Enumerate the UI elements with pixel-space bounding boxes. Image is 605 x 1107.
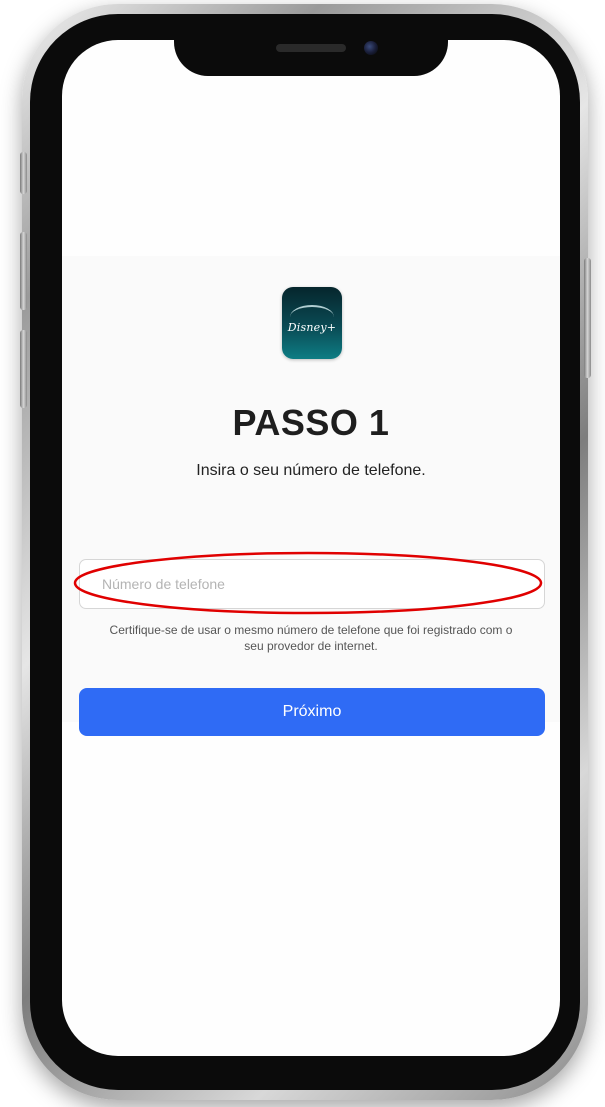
phone-number-input[interactable] [79,559,545,609]
disney-plus-app-icon: Disney+ [282,287,342,359]
logo-arc-icon [290,305,334,329]
helper-text: Certifique-se de usar o mesmo número de … [109,623,513,653]
volume-down-button [20,330,27,408]
step-panel: Disney+ PASSO 1 Insira o seu número de t… [62,256,560,736]
next-button[interactable]: Próximo [79,688,545,736]
power-button [584,258,591,378]
phone-screen: Disney+ PASSO 1 Insira o seu número de t… [62,40,560,1056]
instruction-text: Insira o seu número de telefone. [196,462,426,479]
speaker-grille [276,44,346,52]
device-mockup: Disney+ PASSO 1 Insira o seu número de t… [0,0,605,1107]
front-camera-icon [364,41,378,55]
volume-up-button [20,232,27,310]
mute-switch [20,152,27,194]
page-title: PASSO 1 [232,402,390,443]
